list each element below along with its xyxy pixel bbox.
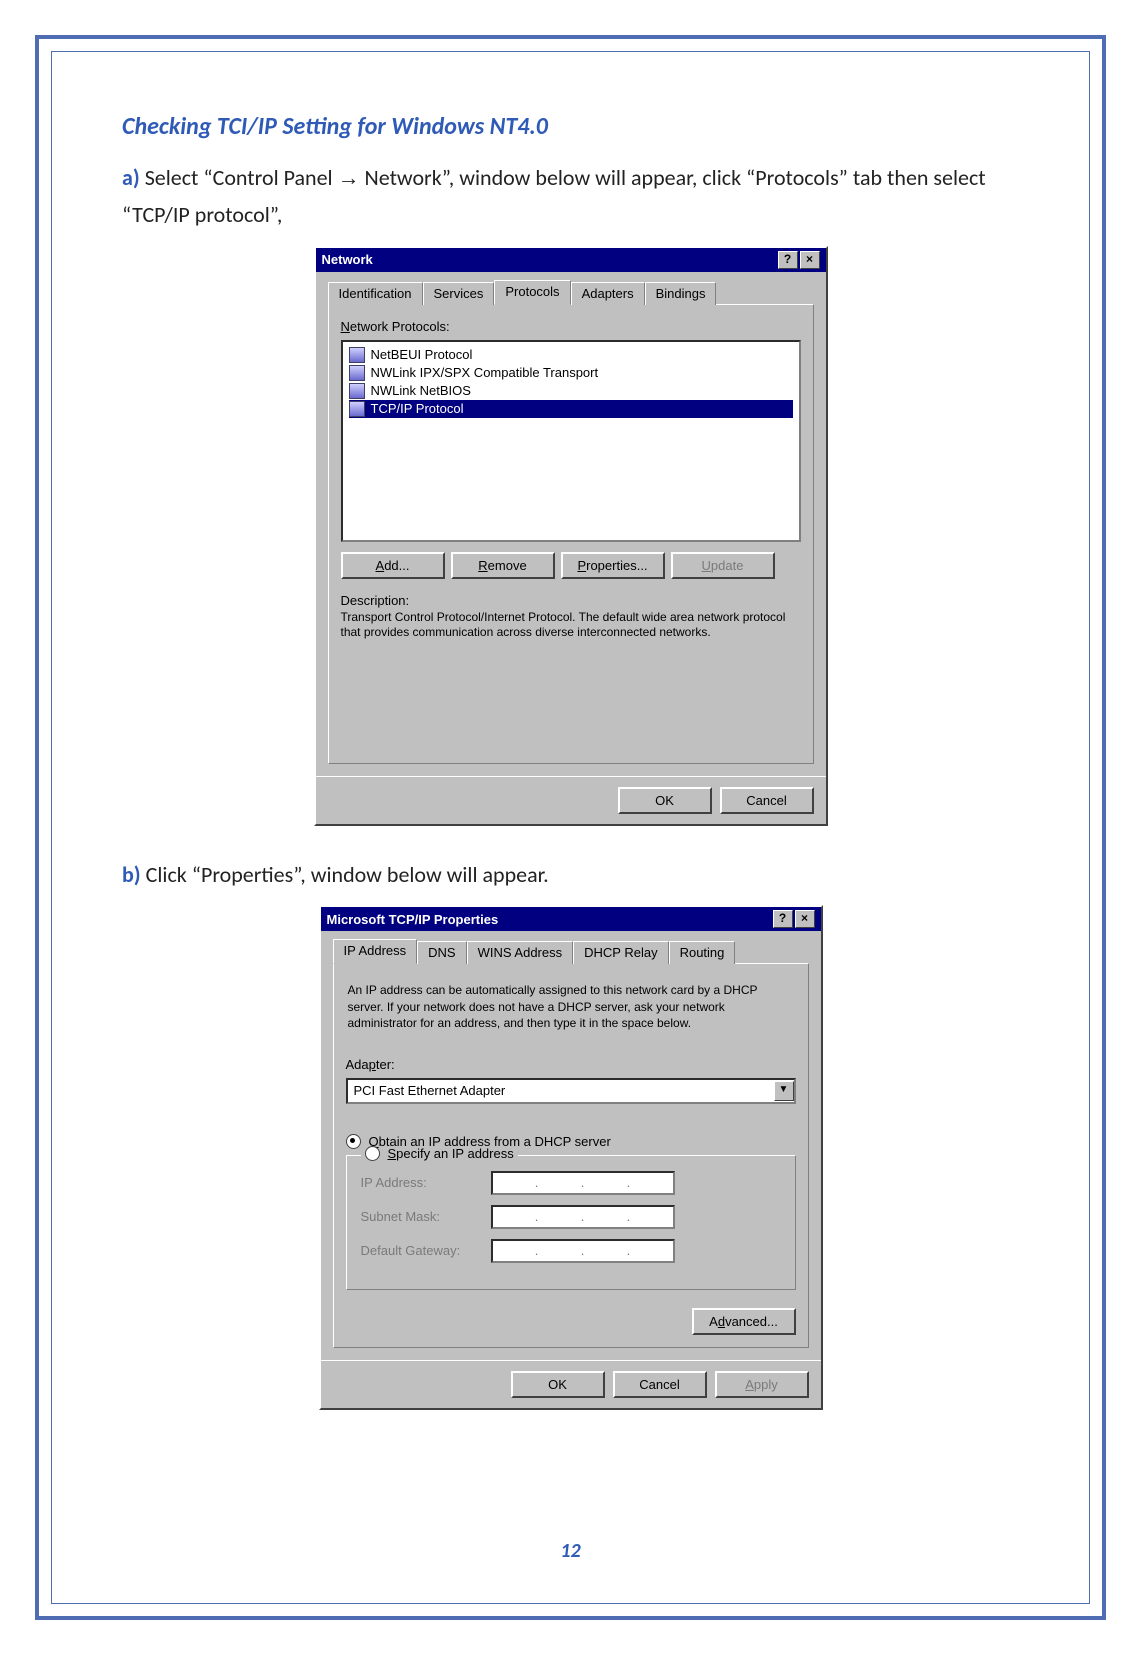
adapter-combo[interactable]: PCI Fast Ethernet Adapter ▼ — [346, 1078, 796, 1104]
step-b-body: Click “Properties”, window below will ap… — [146, 861, 549, 888]
default-gateway-field: ... — [491, 1239, 675, 1263]
protocol-icon — [349, 401, 365, 417]
subnet-mask-label: Subnet Mask: — [361, 1209, 491, 1224]
ok-button[interactable]: OK — [618, 787, 712, 814]
intro-text: An IP address can be automatically assig… — [348, 982, 794, 1031]
default-gateway-row: Default Gateway: ... — [361, 1239, 781, 1263]
remove-button[interactable]: Remove — [451, 552, 555, 579]
tab-ipaddress[interactable]: IP Address — [333, 939, 418, 964]
tab-routing[interactable]: Routing — [669, 941, 736, 964]
protocols-panel: NNetwork Protocols:etwork Protocols: Net… — [328, 304, 814, 764]
step-a-before: Select “Control Panel — [145, 164, 338, 191]
tab-adapters[interactable]: Adapters — [571, 282, 645, 305]
ipaddress-panel: An IP address can be automatically assig… — [333, 963, 809, 1348]
close-icon[interactable]: × — [795, 910, 815, 928]
default-gateway-label: Default Gateway: — [361, 1243, 491, 1258]
add-button[interactable]: Add... — [341, 552, 445, 579]
protocol-item: NWLink NetBIOS — [349, 382, 793, 400]
tcpip-footer: OK Cancel Apply — [321, 1360, 821, 1408]
network-tabs: Identification Services Protocols Adapte… — [328, 282, 814, 305]
protocols-listbox[interactable]: NetBEUI Protocol NWLink IPX/SPX Compatib… — [341, 340, 801, 542]
cancel-button[interactable]: Cancel — [720, 787, 814, 814]
tab-bindings[interactable]: Bindings — [645, 282, 717, 305]
cancel-button[interactable]: Cancel — [613, 1371, 707, 1398]
tab-services[interactable]: Services — [423, 282, 495, 305]
network-footer: OK Cancel — [316, 776, 826, 824]
tab-protocols[interactable]: Protocols — [494, 280, 570, 305]
tab-dns[interactable]: DNS — [417, 941, 466, 964]
description-text: Transport Control Protocol/Internet Prot… — [341, 610, 801, 641]
ip-address-field: ... — [491, 1171, 675, 1195]
apply-button: Apply — [715, 1371, 809, 1398]
subnet-mask-field: ... — [491, 1205, 675, 1229]
protocols-list-label: NNetwork Protocols:etwork Protocols: — [341, 319, 801, 334]
arrow-icon: → — [338, 165, 360, 190]
update-button: Update — [671, 552, 775, 579]
help-icon[interactable]: ? — [773, 910, 793, 928]
protocol-item-selected: TCP/IP Protocol — [349, 400, 793, 418]
step-b-marker: b) — [122, 861, 141, 888]
tab-identification[interactable]: Identification — [328, 282, 423, 305]
properties-button[interactable]: Properties... — [561, 552, 665, 579]
page-outer-border: Checking TCI/IP Setting for Windows NT4.… — [35, 35, 1106, 1620]
section-heading: Checking TCI/IP Setting for Windows NT4.… — [122, 112, 1019, 141]
tab-wins[interactable]: WINS Address — [467, 941, 574, 964]
tcpip-title: Microsoft TCP/IP Properties — [327, 912, 499, 927]
step-b-text: b) Click “Properties”, window below will… — [122, 856, 1019, 893]
ip-address-row: IP Address: ... — [361, 1171, 781, 1195]
adapter-label: Adapter: — [346, 1057, 796, 1072]
chevron-down-icon[interactable]: ▼ — [774, 1081, 794, 1101]
network-dialog: Network ? × Identification Services Prot… — [314, 246, 828, 826]
tab-dhcprelay[interactable]: DHCP Relay — [573, 941, 668, 964]
tcpip-tabs: IP Address DNS WINS Address DHCP Relay R… — [333, 941, 809, 964]
step-a-text: a) Select “Control Panel → Network”, win… — [122, 159, 1019, 234]
advanced-button[interactable]: Advanced... — [692, 1308, 796, 1335]
page-inner-border: Checking TCI/IP Setting for Windows NT4.… — [51, 51, 1090, 1604]
radio-dhcp[interactable] — [346, 1134, 361, 1149]
protocol-icon — [349, 365, 365, 381]
adapter-value: PCI Fast Ethernet Adapter — [348, 1083, 774, 1098]
help-icon[interactable]: ? — [778, 251, 798, 269]
protocol-icon — [349, 383, 365, 399]
radio-static[interactable] — [365, 1146, 380, 1161]
ip-address-label: IP Address: — [361, 1175, 491, 1190]
subnet-mask-row: Subnet Mask: ... — [361, 1205, 781, 1229]
step-a-marker: a) — [122, 164, 140, 191]
close-icon[interactable]: × — [800, 251, 820, 269]
ok-button[interactable]: OK — [511, 1371, 605, 1398]
network-titlebar: Network ? × — [316, 248, 826, 272]
protocol-item: NWLink IPX/SPX Compatible Transport — [349, 364, 793, 382]
static-ip-group: Specify an IP address IP Address: ... Su… — [346, 1155, 796, 1290]
protocol-item: NetBEUI Protocol — [349, 346, 793, 364]
description-label: Description: — [341, 593, 801, 608]
page-number: 12 — [52, 1539, 1089, 1563]
tcpip-dialog: Microsoft TCP/IP Properties ? × IP Addre… — [319, 905, 823, 1410]
tcpip-titlebar: Microsoft TCP/IP Properties ? × — [321, 907, 821, 931]
network-title: Network — [322, 252, 373, 267]
protocol-icon — [349, 347, 365, 363]
